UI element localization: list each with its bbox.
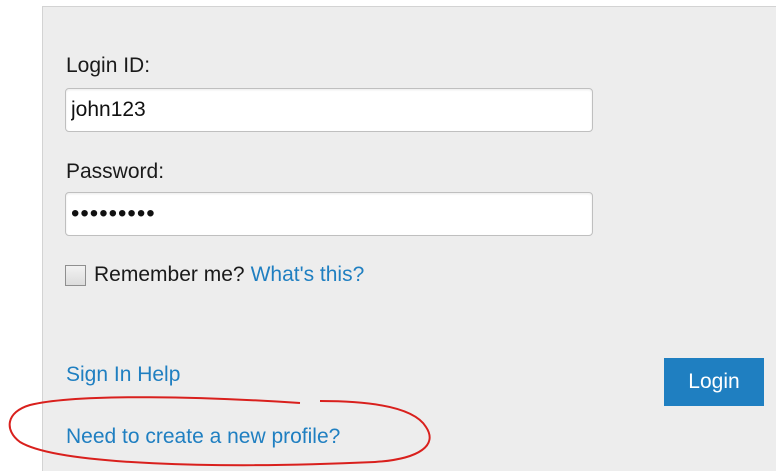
login-button[interactable]: Login	[664, 358, 764, 406]
remember-me-row: Remember me? What's this?	[65, 262, 364, 288]
password-input[interactable]	[65, 192, 593, 236]
login-id-label: Login ID:	[66, 54, 151, 77]
sign-in-help-link[interactable]: Sign In Help	[66, 363, 180, 387]
login-id-input[interactable]	[65, 88, 593, 132]
login-page: Login ID: Password: Remember me? What's …	[0, 0, 776, 471]
remember-me-checkbox[interactable]	[65, 264, 86, 286]
red-circle-annotation	[8, 396, 431, 467]
remember-me-label: Remember me?	[94, 263, 245, 286]
whats-this-link[interactable]: What's this?	[251, 263, 365, 287]
password-label: Password:	[66, 160, 165, 183]
annotation-stroke	[8, 396, 431, 467]
